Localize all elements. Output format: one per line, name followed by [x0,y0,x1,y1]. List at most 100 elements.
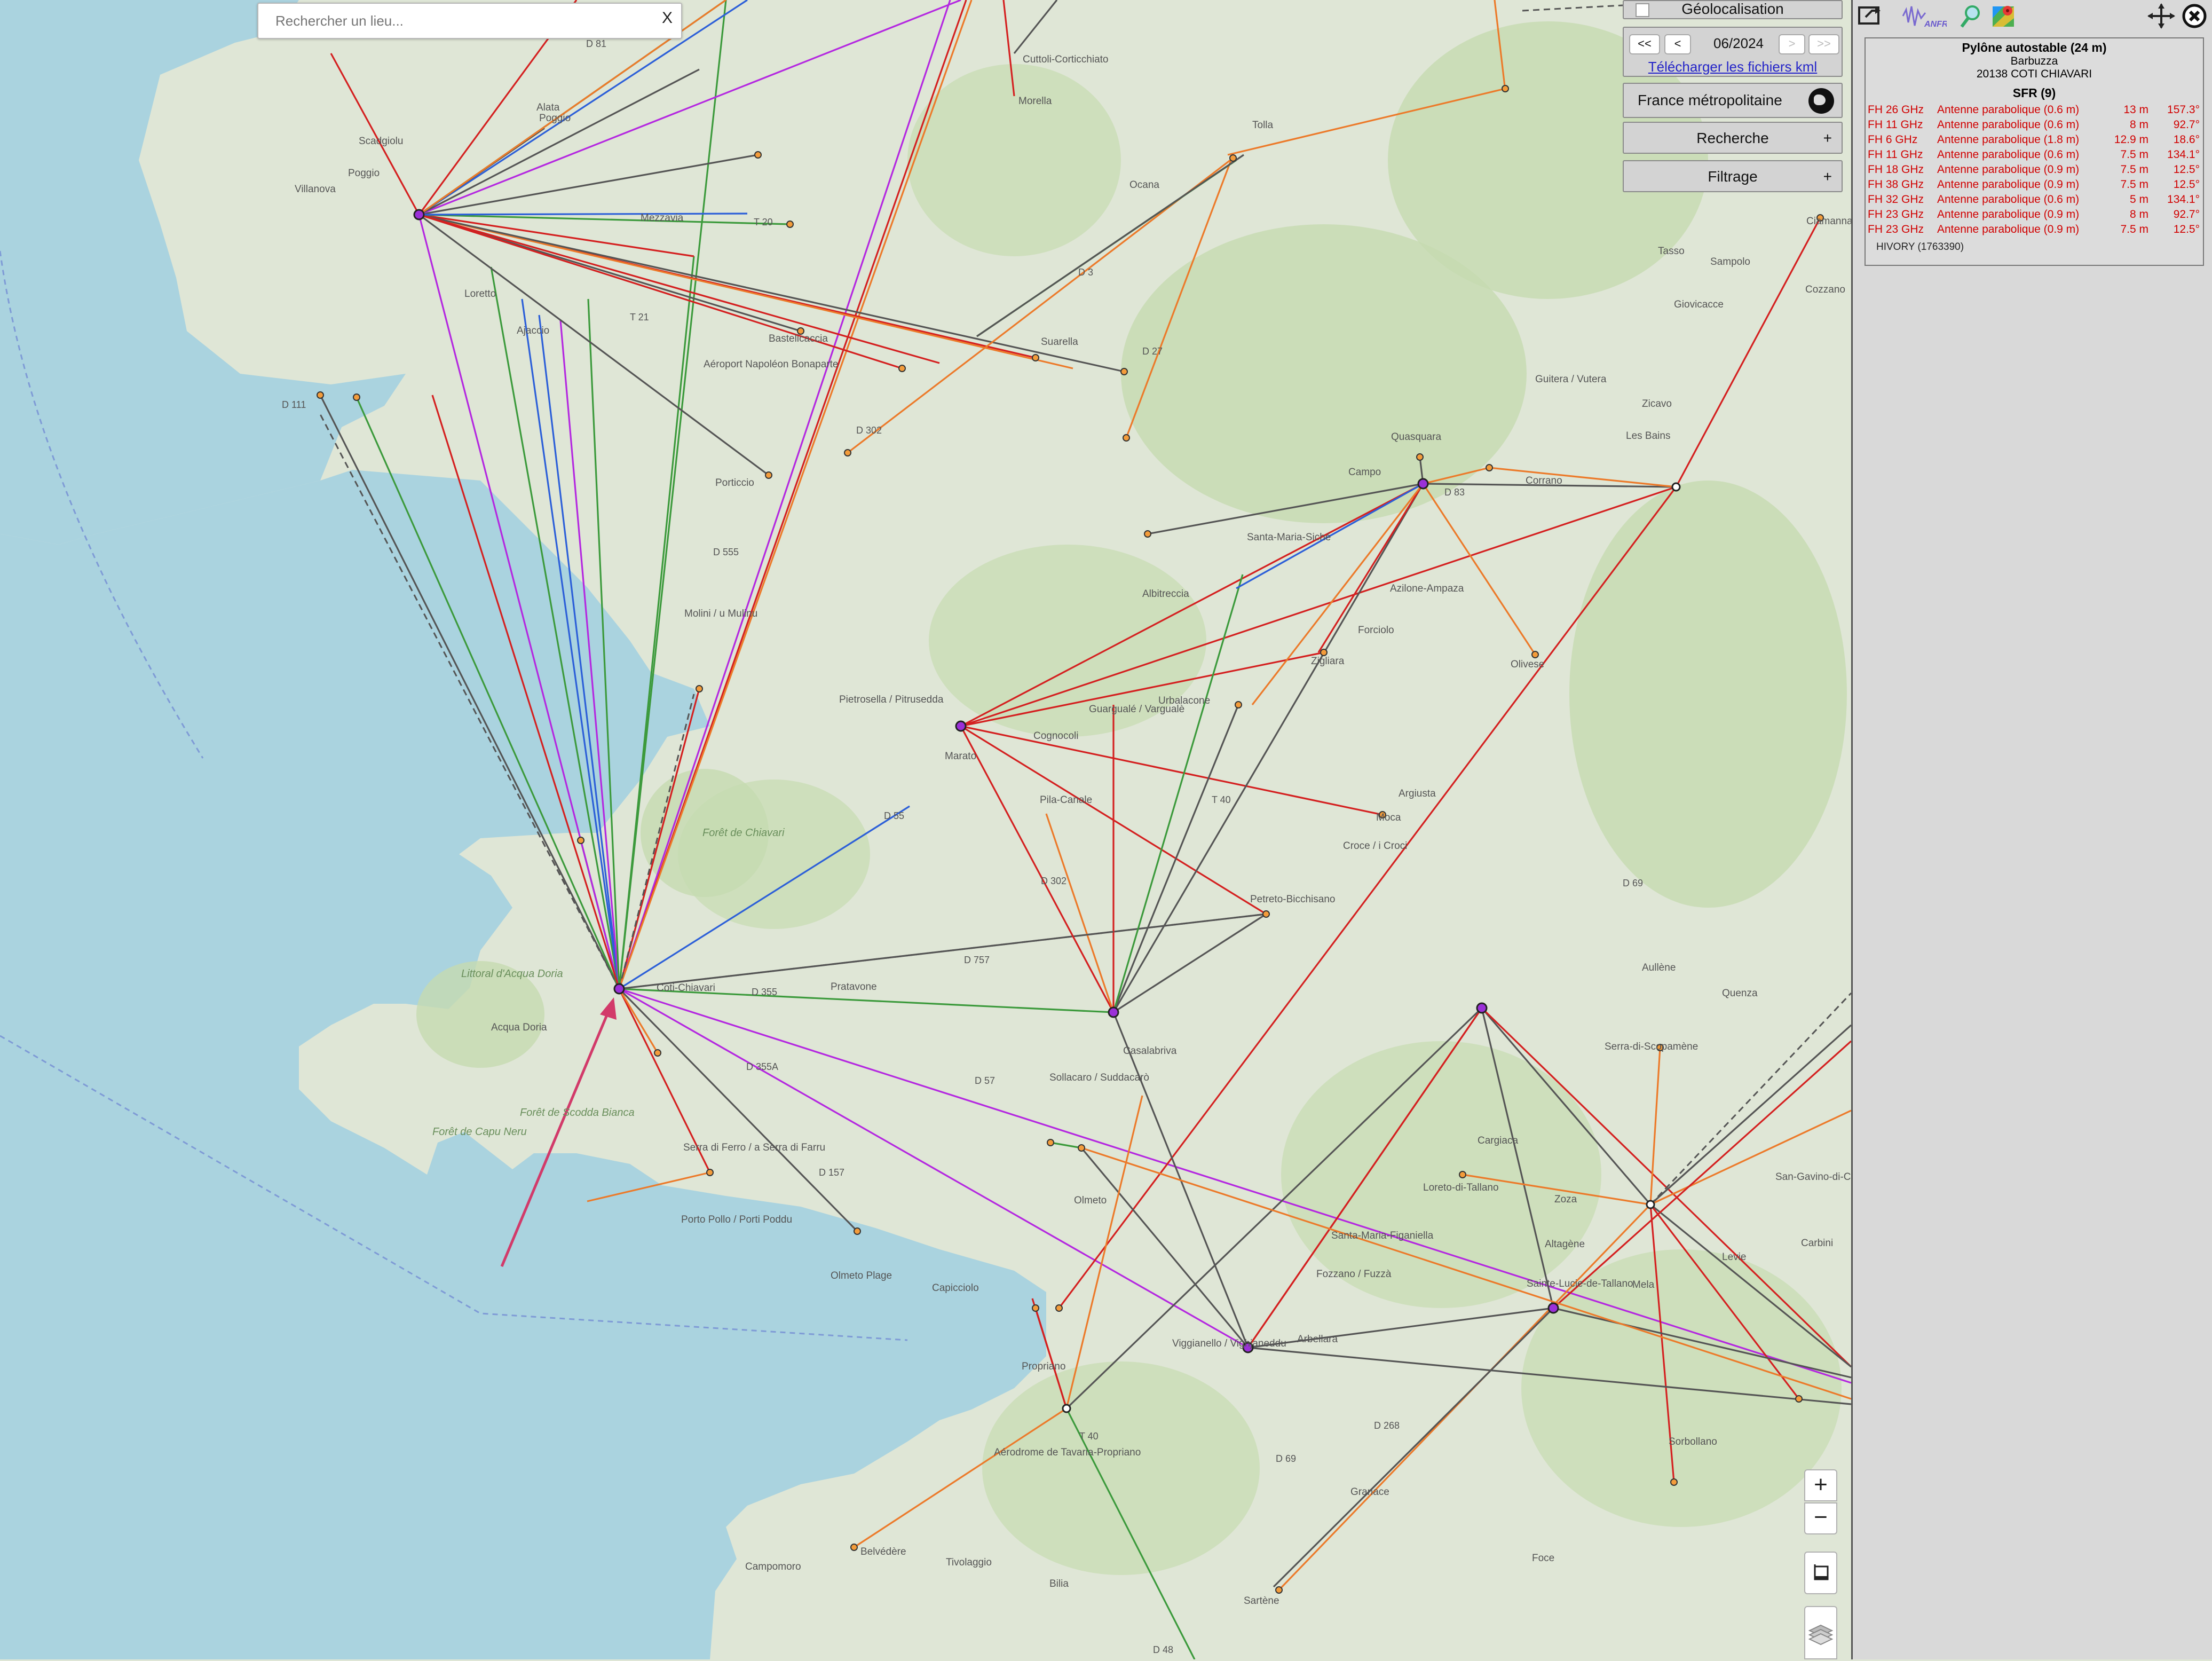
place-label: Ocana [1129,179,1159,191]
link-row[interactable]: FH 32 GHz Antenne parabolique (0.6 m) 5 m 1… [1866,193,2203,208]
region-label: France métropolitaine [1638,92,1782,108]
zoom-in-button[interactable]: + [1804,1469,1837,1501]
map-view[interactable]: Poggio Alata Scadgiolu Poggio Villanova … [0,0,1851,1659]
antenna-site-marker [1032,1304,1039,1312]
place-label: Arbellara [1297,1334,1338,1345]
next-date-button[interactable]: > [1779,34,1805,54]
crosshair-move-icon[interactable] [2146,2,2176,30]
road-label: D 69 [1276,1453,1296,1464]
place-label: Croce / i Croci [1343,840,1407,852]
place-label: Capicciolo [932,1282,979,1294]
link-antenna: Antenne parabolique (0.9 m) [1937,208,2080,221]
site-info-sidebar: ANFR Pylône autostable (24 m) Barbuzza 2… [1851,0,2212,1659]
last-date-button[interactable]: >> [1808,34,1839,54]
current-date: 06/2024 [1713,35,1764,51]
export-icon[interactable] [1856,2,1886,30]
search-input[interactable] [274,8,639,34]
first-date-button[interactable]: << [1629,34,1660,54]
road-label: D 268 [1374,1420,1400,1431]
link-height: 5 m [2129,193,2148,206]
antenna-site-marker [1235,701,1242,709]
antenna-site-marker [1416,453,1424,461]
place-label: Poggio [539,113,571,124]
search-panel-toggle[interactable]: Recherche + [1623,122,1843,154]
place-label: Olivese [1511,659,1544,670]
site-owner: HIVORY (1763390) [1876,241,1964,253]
close-circle-icon[interactable] [2179,2,2209,30]
place-label: Aéroport Napoléon Bonaparte [704,359,838,370]
geolocation-checkbox[interactable] [1636,3,1649,17]
antenna-site-marker [850,1544,858,1551]
google-maps-icon[interactable] [1989,2,2019,30]
link-height: 7.5 m [2120,163,2148,176]
site-address: 20138 COTI CHIAVARI [1976,68,2092,80]
place-label: Casalabriva [1123,1045,1177,1057]
previous-date-button[interactable]: < [1664,34,1691,54]
filter-panel-toggle[interactable]: Filtrage + [1623,160,1843,192]
place-label: Porto Pollo / Porti Poddu [681,1214,792,1225]
link-antenna: Antenne parabolique (0.9 m) [1937,223,2080,235]
place-label: Acqua Doria [491,1022,547,1033]
place-label: Quasquara [1391,431,1441,443]
antenna-site-marker [696,685,703,692]
place-label: Loretto [464,288,496,300]
zoom-out-button[interactable]: − [1804,1502,1837,1534]
place-label: Sartène [1244,1595,1279,1607]
place-label: Giovicacce [1674,299,1724,310]
antenna-site-marker [577,837,584,844]
link-row[interactable]: FH 26 GHz Antenne parabolique (0.6 m) 13 m… [1866,104,2203,119]
road-label: D 302 [1041,876,1066,886]
antenna-site-marker [1123,434,1130,442]
link-azimuth: 134.1° [2167,193,2200,206]
road-label: D 302 [856,425,882,436]
antenna-site-marker [844,449,851,456]
link-row[interactable]: FH 38 GHz Antenne parabolique (0.9 m) 7.5 … [1866,178,2203,193]
area-label: Forêt de Capu Neru [432,1126,527,1138]
place-label: Pietrosella / Pitrusedda [839,694,944,705]
link-row[interactable]: FH 11 GHz Antenne parabolique (0.6 m) 8 m 9… [1866,119,2203,133]
antenna-site-marker [1502,85,1509,92]
place-label: Ciamannacce [1806,216,1851,227]
layers-icon [1808,1624,1834,1646]
road-label: D 157 [819,1167,844,1178]
geolocation-toggle[interactable]: Géolocalisation [1623,0,1843,19]
antenna-site-marker [1486,464,1493,471]
magnifier-icon[interactable] [1957,2,1987,30]
place-label: Bastelicaccia [769,333,828,344]
antenna-site-marker [1032,354,1039,361]
region-selector[interactable]: France métropolitaine [1623,83,1843,118]
link-row[interactable]: FH 23 GHz Antenne parabolique (0.9 m) 8 m 9… [1866,208,2203,223]
link-row[interactable]: FH 23 GHz Antenne parabolique (0.9 m) 7.5 … [1866,223,2203,238]
antenna-site-marker [1262,910,1270,918]
place-label: Levie [1722,1251,1746,1263]
antenna-site-marker [1062,1404,1071,1413]
place-label: Albitreccia [1142,588,1189,600]
link-frequency: FH 23 GHz [1868,208,1924,221]
place-label: Pratavone [831,981,877,993]
antenna-site-marker [786,221,794,228]
link-azimuth: 134.1° [2167,148,2200,161]
link-row[interactable]: FH 11 GHz Antenne parabolique (0.6 m) 7.5 … [1866,148,2203,163]
measure-button[interactable] [1804,1552,1837,1594]
place-label: Olmeto Plage [831,1270,892,1281]
link-row[interactable]: FH 6 GHz Antenne parabolique (1.8 m) 12.9 … [1866,133,2203,148]
layers-button[interactable] [1804,1606,1837,1659]
road-label: D 48 [1153,1644,1173,1655]
link-antenna: Antenne parabolique (0.6 m) [1937,119,2080,131]
place-label: Poggio [348,168,380,179]
place-label: Sollacaro / Suddacarò [1049,1072,1149,1083]
link-antenna: Antenne parabolique (0.6 m) [1937,104,2080,116]
place-label: Granace [1350,1486,1389,1498]
globe-icon[interactable] [1808,88,1834,114]
place-label: Coti-Chiavari [657,982,715,994]
place-label: Campo [1348,467,1381,478]
link-height: 8 m [2129,208,2148,221]
download-kml-link[interactable]: Télécharger les fichiers kml [1624,59,1842,75]
link-row[interactable]: FH 18 GHz Antenne parabolique (0.9 m) 7.5 … [1866,163,2203,178]
antenna-site-marker [1047,1139,1054,1146]
place-label: Azilone-Ampaza [1390,583,1464,594]
road-label: D 757 [964,955,990,965]
place-label: Alata [536,102,560,113]
clear-search-button[interactable]: X [662,9,673,27]
anfr-logo-icon[interactable]: ANFR [1901,2,1947,30]
